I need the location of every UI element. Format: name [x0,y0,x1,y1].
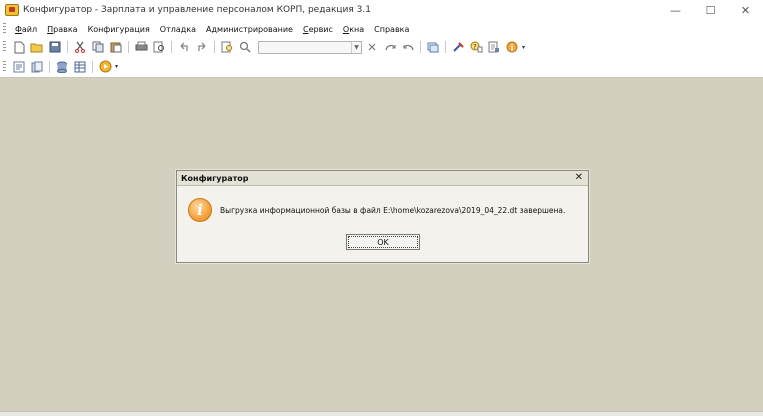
print-icon[interactable] [133,40,149,54]
toolbar-separator [49,60,50,73]
app-1c-icon [5,4,19,16]
syntax-helper-icon[interactable] [486,40,502,54]
toolbar-separator [67,41,68,53]
menu-help[interactable]: Справка [369,25,414,34]
menu-windows[interactable]: Окна [338,25,369,34]
standard-toolbar: ▼ ? i ▾ [0,38,763,56]
menu-debug-label: Отладка [159,24,197,34]
menu-administration-label: Администрирование [206,24,293,34]
main-window: Конфигуратор - Зарплата и управление пер… [0,0,763,416]
menu-service-label: ервис [308,24,333,34]
menu-edit-label: равка [53,24,78,34]
info-icon[interactable]: i [504,40,520,54]
menu-file-label: айл [21,24,38,34]
menu-file-hotkey: Ф [15,24,22,34]
menu-windows-label: кна [349,24,365,34]
search-combo[interactable]: ▼ [258,40,362,54]
print-preview-icon[interactable] [151,40,167,54]
config-open-icon[interactable] [11,60,27,74]
cut-icon[interactable] [72,40,88,54]
toolbar-separator [92,60,93,73]
toolbar-overflow-icon[interactable]: ▾ [522,44,525,51]
close-button[interactable]: ✕ [728,0,763,20]
new-document-icon[interactable] [11,40,27,54]
window-title: Конфигуратор - Зарплата и управление пер… [23,5,371,15]
open-folder-icon[interactable] [29,40,45,54]
tools-icon[interactable] [450,40,466,54]
toolbar-separator [128,41,129,53]
toolbar-grip[interactable] [3,60,6,73]
toolbar-grip[interactable] [3,41,6,53]
menu-bar: Файл Правка Конфигурация Отладка Админис… [0,20,763,38]
menu-configuration-label: Конфигурация [87,24,150,34]
toolbar-overflow-icon[interactable]: ▾ [115,63,118,70]
help-topic-icon[interactable]: ? [468,40,484,54]
database-icon[interactable] [54,60,70,74]
dialog-message: Выгрузка информационной базы в файл E:\h… [220,206,566,215]
menu-file[interactable]: Файл [10,25,42,34]
window-list-icon[interactable] [425,40,441,54]
title-bar: Конфигуратор - Зарплата и управление пер… [0,0,763,20]
find-next-icon[interactable] [382,40,398,54]
menu-administration[interactable]: Администрирование [201,25,298,34]
run-debug-icon[interactable] [97,60,113,74]
zoom-icon[interactable] [237,40,253,54]
toolbar-separator [420,41,421,53]
menu-edit[interactable]: Правка [42,25,82,34]
redo-icon[interactable] [194,40,210,54]
configuration-toolbar: ▾ [0,56,763,78]
menu-grip[interactable] [3,23,6,35]
menu-debug[interactable]: Отладка [155,25,201,34]
info-dialog: Конфигуратор ✕ i Выгрузка информационной… [176,170,589,263]
window-controls: — ☐ ✕ [658,0,763,20]
maximize-button[interactable]: ☐ [693,0,728,20]
config-db-icon[interactable] [29,60,45,74]
toolbar-separator [214,41,215,53]
menu-help-label: Справка [374,24,410,34]
menu-service[interactable]: Сервис [298,25,338,34]
svg-text:i: i [511,43,514,53]
undo-icon[interactable] [176,40,192,54]
save-icon[interactable] [47,40,63,54]
minimize-button[interactable]: — [658,0,693,20]
find-previous-icon[interactable] [400,40,416,54]
dialog-title: Конфигуратор [181,173,249,183]
copy-icon[interactable] [90,40,106,54]
table-icon[interactable] [72,60,88,74]
find-icon[interactable] [219,40,235,54]
toolbar-separator [445,41,446,53]
toolbar-separator [171,41,172,53]
svg-text:?: ? [473,43,477,51]
menu-configuration[interactable]: Конфигурация [83,25,155,34]
paste-icon[interactable] [108,40,124,54]
clear-search-icon[interactable] [364,40,380,54]
status-bar [0,411,763,416]
chevron-down-icon[interactable]: ▼ [351,41,361,53]
dialog-close-icon[interactable]: ✕ [575,172,583,183]
information-icon: i [188,198,212,222]
ok-button[interactable]: OK [346,234,420,250]
dialog-title-bar[interactable]: Конфигуратор ✕ [177,171,588,186]
